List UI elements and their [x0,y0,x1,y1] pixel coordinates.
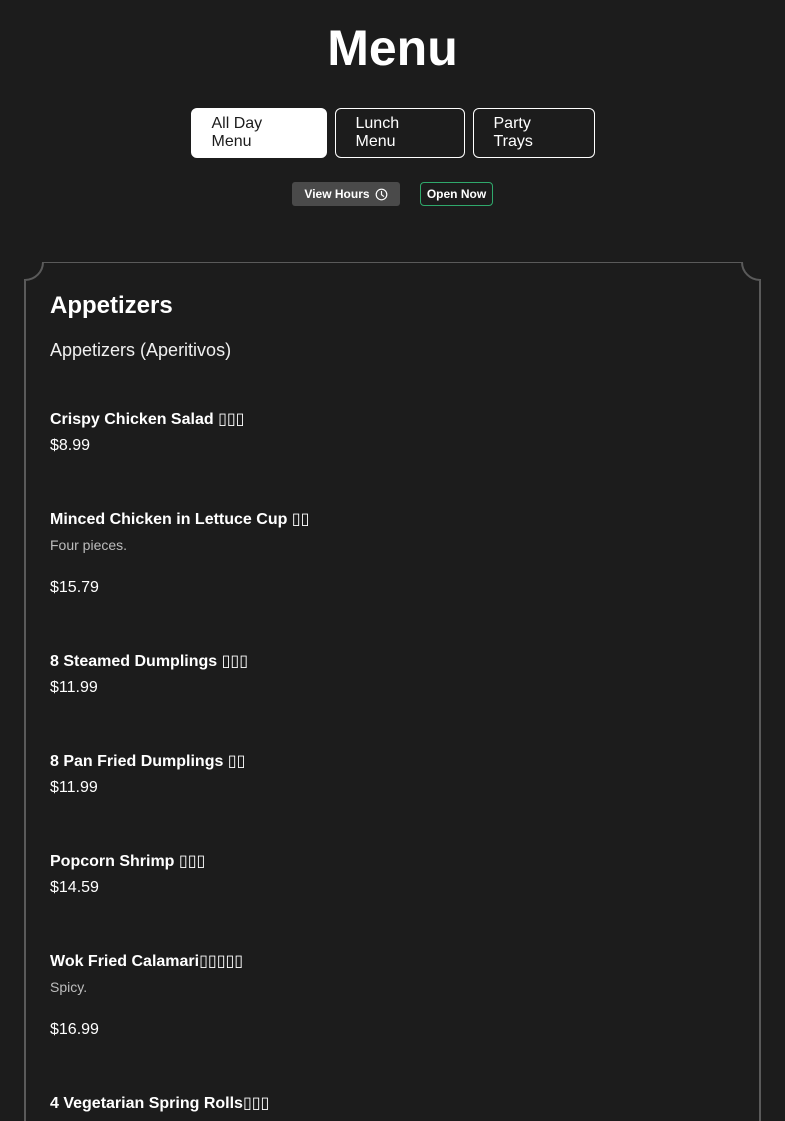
clock-icon [375,188,388,201]
menu-tabs: All Day Menu Lunch Menu Party Trays [0,108,785,158]
open-status-badge: Open Now [420,182,493,206]
menu-item-description: Spicy. [50,979,88,995]
menu-item-description: Four pieces. [50,537,128,553]
tab-party-trays[interactable]: Party Trays [472,108,595,158]
section-title: Appetizers [50,292,173,319]
menu-item[interactable]: Minced Chicken in Lettuce Cup ▯▯ Four pi… [50,510,740,598]
menu-item-name: 8 Pan Fried Dumplings ▯▯ [50,753,246,770]
menu-item-name: 4 Vegetarian Spring Rolls▯▯▯ [50,1095,270,1112]
menu-item[interactable]: 8 Pan Fried Dumplings ▯▯ $11.99 [50,752,740,798]
menu-item[interactable]: Crispy Chicken Salad ▯▯▯ $8.99 [50,410,740,456]
tab-all-day-menu[interactable]: All Day Menu [190,108,327,158]
menu-item[interactable]: Popcorn Shrimp ▯▯▯ $14.59 [50,852,740,898]
menu-item-price: $8.99 [50,437,91,454]
menu-item-price: $15.79 [50,579,99,596]
tab-lunch-menu[interactable]: Lunch Menu [334,108,465,158]
menu-item-price: $14.59 [50,879,99,896]
menu-item-name: 8 Steamed Dumplings ▯▯▯ [50,653,249,670]
view-hours-button[interactable]: View Hours [292,182,400,206]
menu-item-name: Minced Chicken in Lettuce Cup ▯▯ [50,511,310,528]
menu-item[interactable]: Wok Fried Calamari▯▯▯▯▯ Spicy. $16.99 [50,952,740,1040]
menu-item-price: $11.99 [50,679,98,696]
menu-item-price: $16.99 [50,1021,99,1038]
menu-item-price: $11.99 [50,779,98,796]
menu-item-name: Wok Fried Calamari▯▯▯▯▯ [50,953,244,970]
menu-item[interactable]: 8 Steamed Dumplings ▯▯▯ $11.99 [50,652,740,698]
menu-item-name: Crispy Chicken Salad ▯▯▯ [50,411,245,428]
page-title: Menu [327,20,458,76]
menu-item-name: Popcorn Shrimp ▯▯▯ [50,853,206,870]
view-hours-label: View Hours [304,187,370,201]
section-subtitle: Appetizers (Aperitivos) [50,340,232,360]
menu-item[interactable]: 4 Vegetarian Spring Rolls▯▯▯ [50,1094,740,1114]
